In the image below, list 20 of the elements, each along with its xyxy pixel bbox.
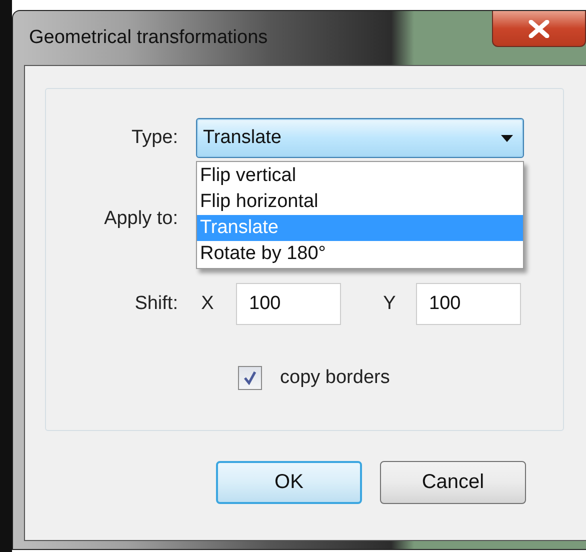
checkbox-label: copy borders — [280, 367, 390, 389]
close-button[interactable] — [492, 11, 586, 47]
dropdown-option[interactable]: Rotate by 180° — [197, 241, 523, 267]
type-dropdown[interactable]: Translate — [196, 118, 524, 158]
checkmark-icon — [243, 371, 257, 385]
type-label: Type: — [130, 127, 178, 149]
x-input[interactable]: 100 — [236, 283, 341, 325]
ok-button[interactable]: OK — [216, 461, 362, 504]
dropdown-option[interactable]: Flip vertical — [197, 163, 523, 189]
shift-label: Shift: — [134, 293, 178, 315]
checkbox[interactable] — [238, 366, 262, 390]
apply-to-label: Apply to: — [103, 208, 178, 230]
cancel-button[interactable]: Cancel — [380, 461, 526, 504]
caret-icon — [501, 134, 513, 142]
dropdown-option[interactable]: Flip horizontal — [197, 189, 523, 215]
y-label: Y — [382, 293, 397, 315]
close-icon — [528, 20, 550, 38]
y-input[interactable]: 100 — [416, 283, 521, 325]
x-label: X — [200, 293, 215, 315]
window-title: Geometrical transformations — [29, 27, 268, 49]
